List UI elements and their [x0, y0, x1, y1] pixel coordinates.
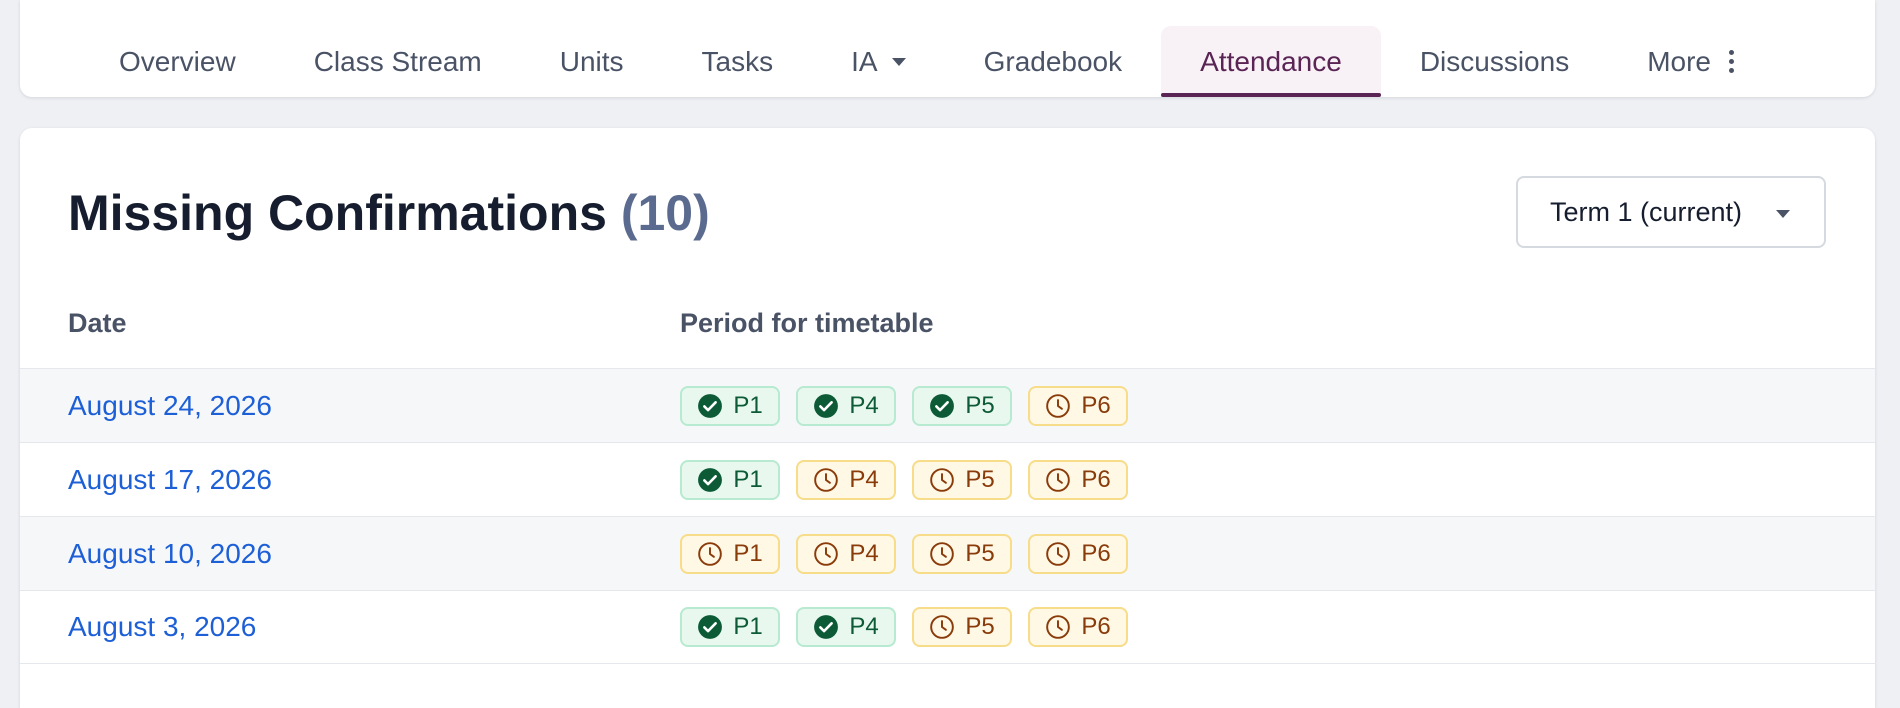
period-badge-confirmed[interactable]: P1 [680, 459, 780, 500]
tab-discussions[interactable]: Discussions [1381, 26, 1608, 97]
period-badges: P1 P4 P5 P6 [680, 459, 1128, 500]
tab-gradebook[interactable]: Gradebook [945, 26, 1162, 97]
period-label: P5 [965, 613, 995, 640]
period-label: P6 [1081, 539, 1111, 567]
period-badges: P1 P4 P5 P6 [680, 533, 1128, 574]
period-badge-pending[interactable]: P5 [912, 607, 1012, 647]
confirmations-table: August 24, 2026 P1 P4 P5 P6 August 17, 2026 P1… [20, 368, 1875, 664]
check-circle-icon [929, 393, 955, 419]
clock-icon [697, 541, 723, 567]
period-label: P5 [965, 465, 995, 493]
tab-class-stream[interactable]: Class Stream [275, 26, 521, 97]
page-title: Missing Confirmations (10) [68, 184, 710, 242]
clock-icon [1045, 541, 1071, 567]
period-label: P4 [849, 391, 879, 419]
term-select[interactable]: Term 1 (current) [1516, 176, 1826, 248]
period-label: P6 [1081, 465, 1111, 493]
clock-icon [1045, 614, 1071, 640]
check-circle-icon [697, 614, 723, 640]
period-badge-pending[interactable]: P4 [796, 459, 896, 500]
date-link[interactable]: August 10, 2026 [68, 538, 272, 570]
clock-icon [929, 467, 955, 493]
tab-ia[interactable]: IA [812, 26, 944, 97]
check-circle-icon [697, 393, 723, 419]
clock-icon [813, 541, 839, 567]
period-badge-confirmed[interactable]: P5 [912, 385, 1012, 426]
tab-attendance[interactable]: Attendance [1161, 26, 1381, 97]
date-link[interactable]: August 17, 2026 [68, 464, 272, 496]
course-nav-bar: Overview Class Stream Units Tasks IA Gradeboo… [20, 0, 1875, 97]
check-circle-icon [813, 614, 839, 640]
check-circle-icon [697, 467, 723, 493]
period-badge-pending[interactable]: P1 [680, 533, 780, 574]
period-label: P6 [1081, 391, 1111, 419]
period-label: P1 [733, 539, 763, 567]
period-label: P4 [849, 465, 879, 493]
clock-icon [929, 541, 955, 567]
period-badge-pending[interactable]: P6 [1028, 607, 1128, 647]
chevron-down-icon [891, 57, 906, 66]
date-link[interactable]: August 3, 2026 [68, 611, 256, 643]
kebab-menu-icon [1729, 50, 1734, 73]
tab-label: Units [559, 45, 624, 77]
clock-icon [1045, 467, 1071, 493]
period-badge-confirmed[interactable]: P4 [796, 385, 896, 426]
clock-icon [813, 467, 839, 493]
chevron-down-icon [1776, 210, 1790, 218]
tab-tasks[interactable]: Tasks [663, 26, 813, 97]
period-label: P1 [733, 465, 763, 493]
term-select-value: Term 1 (current) [1550, 196, 1743, 227]
tab-list: Overview Class Stream Units Tasks IA Gradeboo… [80, 26, 1773, 97]
table-row: August 3, 2026 P1 P4 P5 P6 [20, 590, 1875, 664]
tab-label: Attendance [1200, 45, 1342, 77]
table-row: August 24, 2026 P1 P4 P5 P6 [20, 368, 1875, 442]
period-badge-pending[interactable]: P4 [796, 533, 896, 574]
date-link[interactable]: August 24, 2026 [68, 390, 272, 422]
period-badge-confirmed[interactable]: P4 [796, 607, 896, 647]
column-header-period: Period for timetable [680, 308, 934, 338]
period-badges: P1 P4 P5 P6 [680, 385, 1128, 426]
tab-label: Tasks [701, 45, 774, 77]
period-label: P4 [849, 613, 879, 640]
check-circle-icon [813, 393, 839, 419]
tab-label: IA [851, 45, 878, 77]
tab-label: More [1647, 45, 1711, 77]
period-label: P1 [733, 613, 763, 640]
period-label: P1 [733, 391, 763, 419]
period-badge-confirmed[interactable]: P1 [680, 607, 780, 647]
tab-label: Gradebook [983, 45, 1123, 77]
page-title-text: Missing Confirmations [68, 185, 607, 241]
tab-overview[interactable]: Overview [80, 26, 275, 97]
period-badge-pending[interactable]: P5 [912, 533, 1012, 574]
tab-more[interactable]: More [1608, 26, 1773, 97]
period-badge-pending[interactable]: P6 [1028, 533, 1128, 574]
tab-label: Overview [119, 45, 236, 77]
missing-confirmations-panel: Missing Confirmations (10) Term 1 (curre… [20, 128, 1875, 708]
period-label: P5 [965, 391, 995, 419]
period-badge-pending[interactable]: P6 [1028, 459, 1128, 500]
missing-count: (10) [620, 185, 710, 241]
table-row: August 10, 2026 P1 P4 P5 P6 [20, 516, 1875, 590]
period-badge-pending[interactable]: P5 [912, 459, 1012, 500]
column-header-date: Date [68, 308, 127, 338]
tab-label: Class Stream [313, 45, 482, 77]
period-label: P6 [1081, 613, 1111, 640]
period-label: P4 [849, 539, 879, 567]
period-badge-confirmed[interactable]: P1 [680, 385, 780, 426]
period-badge-pending[interactable]: P6 [1028, 385, 1128, 426]
period-label: P5 [965, 539, 995, 567]
period-badges: P1 P4 P5 P6 [680, 607, 1128, 647]
tab-units[interactable]: Units [521, 26, 663, 97]
clock-icon [929, 614, 955, 640]
table-row: August 17, 2026 P1 P4 P5 P6 [20, 442, 1875, 516]
clock-icon [1045, 393, 1071, 419]
tab-label: Discussions [1419, 45, 1570, 77]
